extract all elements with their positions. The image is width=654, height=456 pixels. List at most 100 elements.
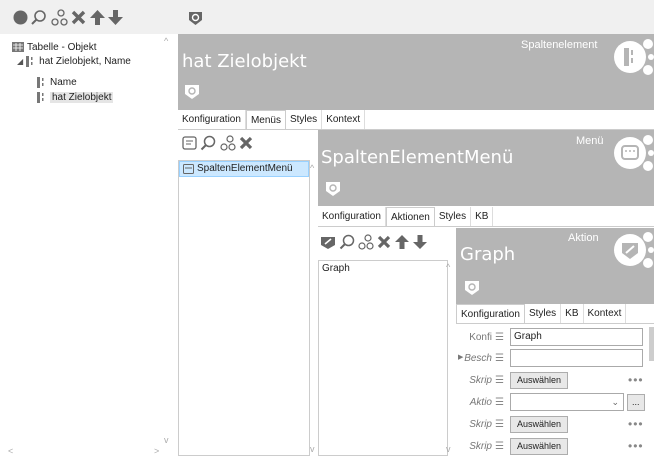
tab-styles[interactable]: Styles [435, 207, 472, 226]
more-icon[interactable]: ••• [628, 417, 644, 431]
tab-kontext[interactable]: Kontext [322, 110, 366, 129]
scroll-up-arrow[interactable]: ^ [164, 36, 168, 46]
tab-konfiguration[interactable]: Konfiguration [456, 304, 525, 323]
panel1-tabs: Konfiguration Menüs Styles Kontext [178, 110, 654, 130]
tree-node-leaf-zielobjekt[interactable]: hat Zielobjekt [37, 90, 114, 104]
panel2-toolbar [318, 228, 456, 258]
form-row-skript-3: Skrip ☰ Auswählen [456, 436, 569, 456]
expand-arrow-icon[interactable]: ◢ [17, 57, 23, 66]
tab-styles[interactable]: Styles [525, 304, 562, 323]
tab-styles[interactable]: Styles [286, 110, 323, 129]
panel-spaltenelement-header: hat Zielobjekt Spaltenelement [178, 34, 654, 110]
tab-kontext[interactable]: Kontext [584, 304, 627, 323]
table-icon [12, 42, 24, 52]
more-icon[interactable]: ••• [628, 373, 644, 387]
column-icon [37, 91, 47, 103]
menu-item-icon [183, 164, 194, 174]
tree-node-leaf-name[interactable]: Name [37, 75, 77, 89]
people-key-icon[interactable] [220, 135, 236, 151]
tree-node-root[interactable]: Tabelle - Objekt [12, 40, 96, 54]
tab-konfiguration[interactable]: Konfiguration [178, 110, 246, 129]
move-up-icon[interactable] [394, 234, 410, 250]
lines-icon: ☰ [495, 331, 504, 343]
lines-icon: ☰ [495, 440, 504, 452]
form-row-aktion: Aktio ☰ ⌄ ... [456, 392, 645, 412]
search-icon[interactable] [339, 234, 355, 250]
browse-button[interactable]: ... [627, 393, 645, 411]
list-item[interactable]: SpaltenElementMenü [179, 161, 309, 177]
scroll-left-arrow[interactable]: < [8, 446, 13, 456]
field-label: Skrip [469, 374, 492, 386]
delete-icon[interactable] [70, 9, 87, 26]
ring-icon[interactable] [187, 9, 204, 26]
beschreibung-input[interactable] [510, 349, 643, 367]
list-item-label: SpaltenElementMenü [197, 163, 293, 174]
menu-icon [610, 133, 654, 175]
panel-subtitle: Spaltenelement [521, 39, 598, 51]
chevron-down-icon: ⌄ [611, 397, 619, 407]
auswaehlen-button[interactable]: Auswählen [510, 415, 569, 433]
panel-title: SpaltenElementMenü [321, 147, 514, 168]
tree-node-leaf-name-label: Name [50, 76, 77, 88]
scrollbar-thumb[interactable] [649, 327, 654, 361]
spaltenelement-icon [610, 37, 654, 79]
ring-icon[interactable] [183, 82, 201, 100]
search-icon[interactable] [30, 9, 47, 26]
form-row-skript-1: Skrip ☰ Auswählen [456, 370, 569, 390]
lines-icon: ☰ [495, 396, 504, 408]
new-icon[interactable] [12, 9, 29, 26]
lines-icon: ☰ [495, 352, 504, 364]
aktion-icon [610, 230, 654, 272]
form-row-skript-2: Skrip ☰ Auswählen [456, 414, 569, 434]
aktion-select[interactable]: ⌄ [510, 393, 624, 411]
auswaehlen-button[interactable]: Auswählen [510, 437, 569, 455]
field-label: Skrip [469, 418, 492, 430]
delete-icon[interactable] [238, 135, 254, 151]
menu-add-icon[interactable] [182, 135, 198, 151]
move-up-icon[interactable] [89, 9, 106, 26]
move-down-icon[interactable] [412, 234, 428, 250]
action-add-icon[interactable] [320, 234, 336, 250]
konfiguration-input[interactable]: Graph [510, 328, 643, 346]
tab-kb[interactable]: KB [471, 207, 494, 226]
scroll-down-arrow[interactable]: v [446, 444, 451, 454]
scroll-up-arrow[interactable]: ^ [446, 262, 450, 272]
panel-aktion-header: Graph Aktion [456, 228, 654, 304]
tab-aktionen[interactable]: Aktionen [385, 207, 435, 226]
tab-konfiguration[interactable]: Konfiguration [318, 207, 386, 226]
scroll-down-arrow[interactable]: v [164, 435, 169, 445]
tree-node-child[interactable]: ◢ hat Zielobjekt, Name [17, 54, 131, 68]
ring-icon[interactable] [324, 179, 342, 197]
tree-node-root-label: Tabelle - Objekt [27, 41, 97, 53]
panel3-config-form: Konfi ☰ Graph Besch ☰ ▶ Skrip ☰ Auswähle… [456, 325, 654, 456]
panel1-menu-list: SpaltenElementMenü [178, 160, 310, 456]
panel-subtitle: Menü [576, 135, 604, 147]
expand-arrow-icon[interactable]: ▶ [458, 353, 463, 361]
tree-node-leaf-zielobjekt-label: hat Zielobjekt [50, 91, 114, 103]
column-icon [26, 55, 36, 67]
column-icon [37, 76, 47, 88]
people-key-icon[interactable] [51, 9, 68, 26]
delete-icon[interactable] [376, 234, 392, 250]
move-down-icon[interactable] [107, 9, 124, 26]
more-icon[interactable]: ••• [628, 439, 644, 453]
field-label: Skrip [469, 440, 492, 452]
panel3-tabs: Konfiguration Styles KB Kontext [456, 304, 654, 324]
scroll-down-arrow[interactable]: v [310, 444, 315, 454]
search-icon[interactable] [200, 135, 216, 151]
panel-menue-header: SpaltenElementMenü Menü [318, 130, 654, 206]
panel-subtitle: Aktion [568, 232, 599, 244]
tab-menues[interactable]: Menüs [245, 110, 286, 129]
panel2-tabs: Konfiguration Aktionen Styles KB [318, 207, 654, 227]
auswaehlen-button[interactable]: Auswählen [510, 371, 569, 389]
form-row-beschreibung: Besch ☰ [456, 348, 643, 368]
scroll-up-arrow[interactable]: ^ [310, 163, 314, 173]
tree-node-child-label: hat Zielobjekt, Name [39, 55, 131, 67]
ring-icon[interactable] [463, 278, 481, 296]
panel2-action-list: Graph [318, 260, 448, 456]
list-item[interactable]: Graph [319, 261, 447, 277]
tab-kb[interactable]: KB [561, 304, 584, 323]
list-item-label: Graph [322, 263, 350, 274]
people-key-icon[interactable] [358, 234, 374, 250]
scroll-right-arrow[interactable]: > [154, 446, 159, 456]
